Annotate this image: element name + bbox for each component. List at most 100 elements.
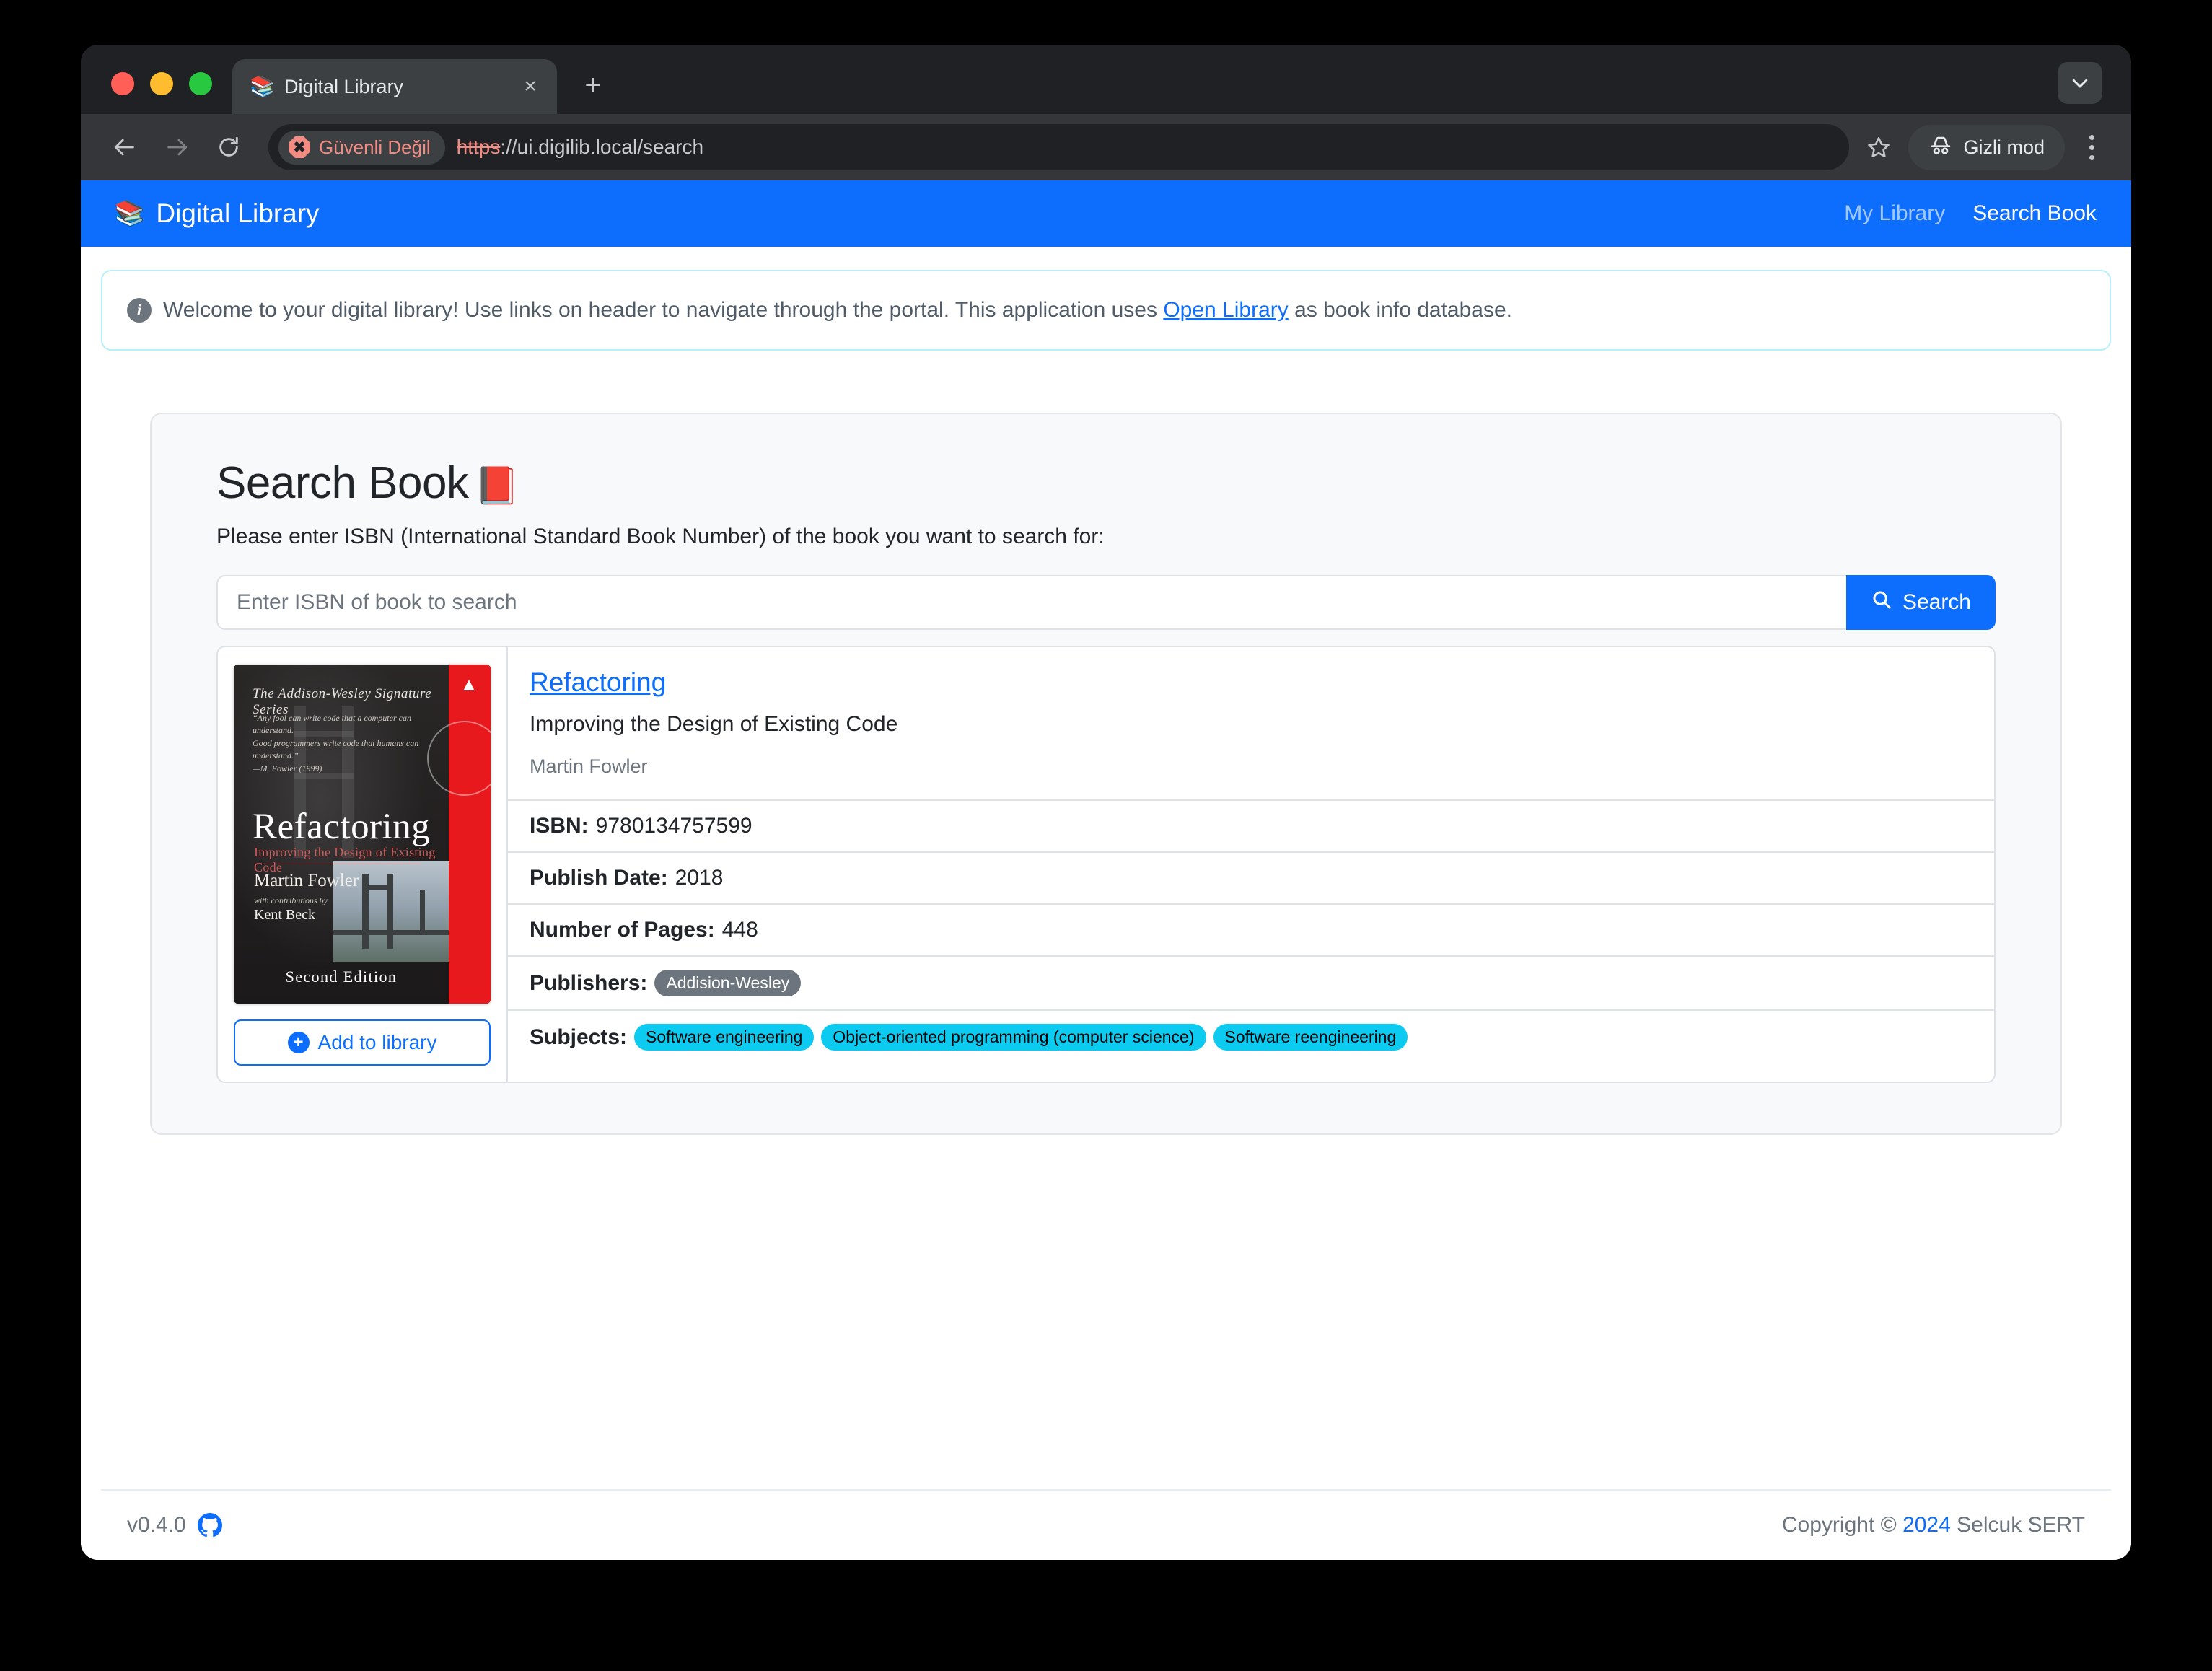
alert-text-before: Welcome to your digital library! Use lin… [163,298,1163,322]
book-author: Martin Fowler [530,755,1972,778]
browser-toolbar: ✖ Güvenli Değil https://ui.digilib.local… [81,114,2131,180]
window-controls [102,72,232,114]
alert-text-after: as book info database. [1289,298,1512,322]
book-isbn-row: ISBN: 9780134757599 [508,799,1994,851]
cover-contrib: with contributions by [254,895,328,906]
publisher-badge: Addision-Wesley [654,970,801,996]
publisher-mark-icon: ▲ [455,675,483,693]
page-viewport: 📚 Digital Library My Library Search Book… [81,180,2131,1560]
page-title: Search Book 📕 [216,457,1996,509]
book-publishers-row: Publishers: Addision-Wesley [508,955,1994,1009]
publish-date-value: 2018 [675,866,724,890]
cover-author: Martin Fowler [254,871,359,891]
close-window-button[interactable] [111,72,134,95]
footer-copyright: Copyright © 2024 Selcuk SERT [1782,1513,2085,1538]
incognito-mode-chip[interactable]: Gizli mod [1908,125,2065,170]
incognito-hat-icon [1928,133,1953,162]
isbn-value: 9780134757599 [596,814,752,838]
nav-link-my-library[interactable]: My Library [1844,201,1945,226]
copyright-suffix: Selcuk SERT [1951,1513,2085,1537]
app-navbar: 📚 Digital Library My Library Search Book [81,180,2131,247]
copyright-year[interactable]: 2024 [1902,1513,1951,1537]
plus-circle-icon: + [288,1032,310,1053]
book-title-link[interactable]: Refactoring [530,667,666,698]
search-button[interactable]: Search [1846,575,1996,630]
tab-title: Digital Library [284,76,506,98]
cover-quote-line1: “Any fool can write code that a computer… [253,712,424,737]
book-pages-row: Number of Pages: 448 [508,903,1994,955]
cover-quote: “Any fool can write code that a computer… [253,712,424,775]
cover-title: Refactoring [253,806,430,848]
books-icon: 📚 [114,201,144,226]
book-cover-image: ▲ The Addison-Wesley Signature Series “A… [234,665,491,1004]
incognito-mode-label: Gizli mod [1963,136,2045,159]
cover-spine [449,665,491,1004]
publish-date-label: Publish Date: [530,866,668,890]
chevron-down-icon[interactable] [2058,62,2102,104]
url-text: https://ui.digilib.local/search [457,136,703,159]
book-details-cell: Refactoring Improving the Design of Exis… [506,647,1994,1082]
subject-badge[interactable]: Software engineering [634,1024,814,1051]
number-of-pages-label: Number of Pages: [530,918,715,942]
book-result-panel: ▲ The Addison-Wesley Signature Series “A… [216,646,1996,1083]
not-secure-octagon-icon: ✖ [289,136,310,158]
forward-arrow-icon[interactable] [154,125,199,170]
search-help-text: Please enter ISBN (International Standar… [216,525,1996,549]
subject-badge[interactable]: Object-oriented programming (computer sc… [821,1024,1206,1051]
footer-version: v0.4.0 [127,1513,222,1538]
book-header-row: Refactoring Improving the Design of Exis… [508,647,1994,799]
browser-window: 📚 Digital Library × + ✖ Güvenli Değil ht… [81,45,2131,1560]
publishers-label: Publishers: [530,971,647,996]
welcome-alert: i Welcome to your digital library! Use l… [101,270,2111,351]
close-icon[interactable]: × [518,76,543,97]
security-status-chip[interactable]: ✖ Güvenli Değil [278,131,445,165]
add-to-library-button[interactable]: + Add to library [234,1019,491,1066]
brand[interactable]: 📚 Digital Library [101,198,320,229]
search-input[interactable]: Enter ISBN of book to search [216,575,1846,630]
page-content: i Welcome to your digital library! Use l… [81,247,2131,1560]
book-subjects-row: Subjects: Software engineering Object-or… [508,1009,1994,1063]
address-bar[interactable]: ✖ Güvenli Değil https://ui.digilib.local… [268,124,1849,170]
cover-edition: Second Edition [234,968,449,986]
security-status-label: Güvenli Değil [319,136,431,159]
maximize-window-button[interactable] [189,72,212,95]
number-of-pages-value: 448 [722,918,758,942]
url-scheme: https [457,136,501,158]
navbar-links: My Library Search Book [1844,201,2101,226]
book-publish-date-row: Publish Date: 2018 [508,851,1994,903]
subjects-label: Subjects: [530,1025,627,1050]
reload-icon[interactable] [206,125,251,170]
isbn-label: ISBN: [530,814,589,838]
url-rest: ://ui.digilib.local/search [500,136,703,158]
search-row: Enter ISBN of book to search Search [216,575,1996,630]
back-arrow-icon[interactable] [102,125,147,170]
brand-label: Digital Library [156,198,319,229]
minimize-window-button[interactable] [150,72,173,95]
search-card: Search Book 📕 Please enter ISBN (Interna… [150,413,2062,1135]
new-tab-button[interactable]: + [577,71,609,100]
github-icon[interactable] [198,1513,222,1538]
info-circle-icon: i [127,298,152,323]
add-to-library-label: Add to library [318,1031,437,1054]
cover-contrib-name: Kent Beck [254,907,315,924]
version-label: v0.4.0 [127,1513,186,1538]
page-title-label: Search Book [216,457,469,509]
app-footer: v0.4.0 Copyright © 2024 Selcuk SERT [101,1489,2111,1560]
nav-link-search-book[interactable]: Search Book [1972,201,2097,226]
cover-quote-attr: —M. Fowler (1999) [253,763,424,775]
books-icon: 📚 [250,76,273,97]
subject-badge[interactable]: Software reengineering [1213,1024,1408,1051]
search-button-label: Search [1902,590,1971,615]
cover-quote-line2: Good programmers write code that humans … [253,737,424,763]
search-icon [1871,589,1892,616]
book-cover-cell: ▲ The Addison-Wesley Signature Series “A… [218,647,506,1082]
kebab-menu-icon[interactable] [2072,125,2111,170]
book-subtitle: Improving the Design of Existing Code [530,712,1972,737]
open-library-link[interactable]: Open Library [1163,298,1288,322]
star-icon[interactable] [1856,125,1901,170]
browser-tab-strip: 📚 Digital Library × + [81,45,2131,114]
welcome-alert-text: Welcome to your digital library! Use lin… [163,297,1512,323]
book-icon: 📕 [475,465,519,507]
copyright-prefix: Copyright © [1782,1513,1902,1537]
browser-tab[interactable]: 📚 Digital Library × [232,59,557,114]
